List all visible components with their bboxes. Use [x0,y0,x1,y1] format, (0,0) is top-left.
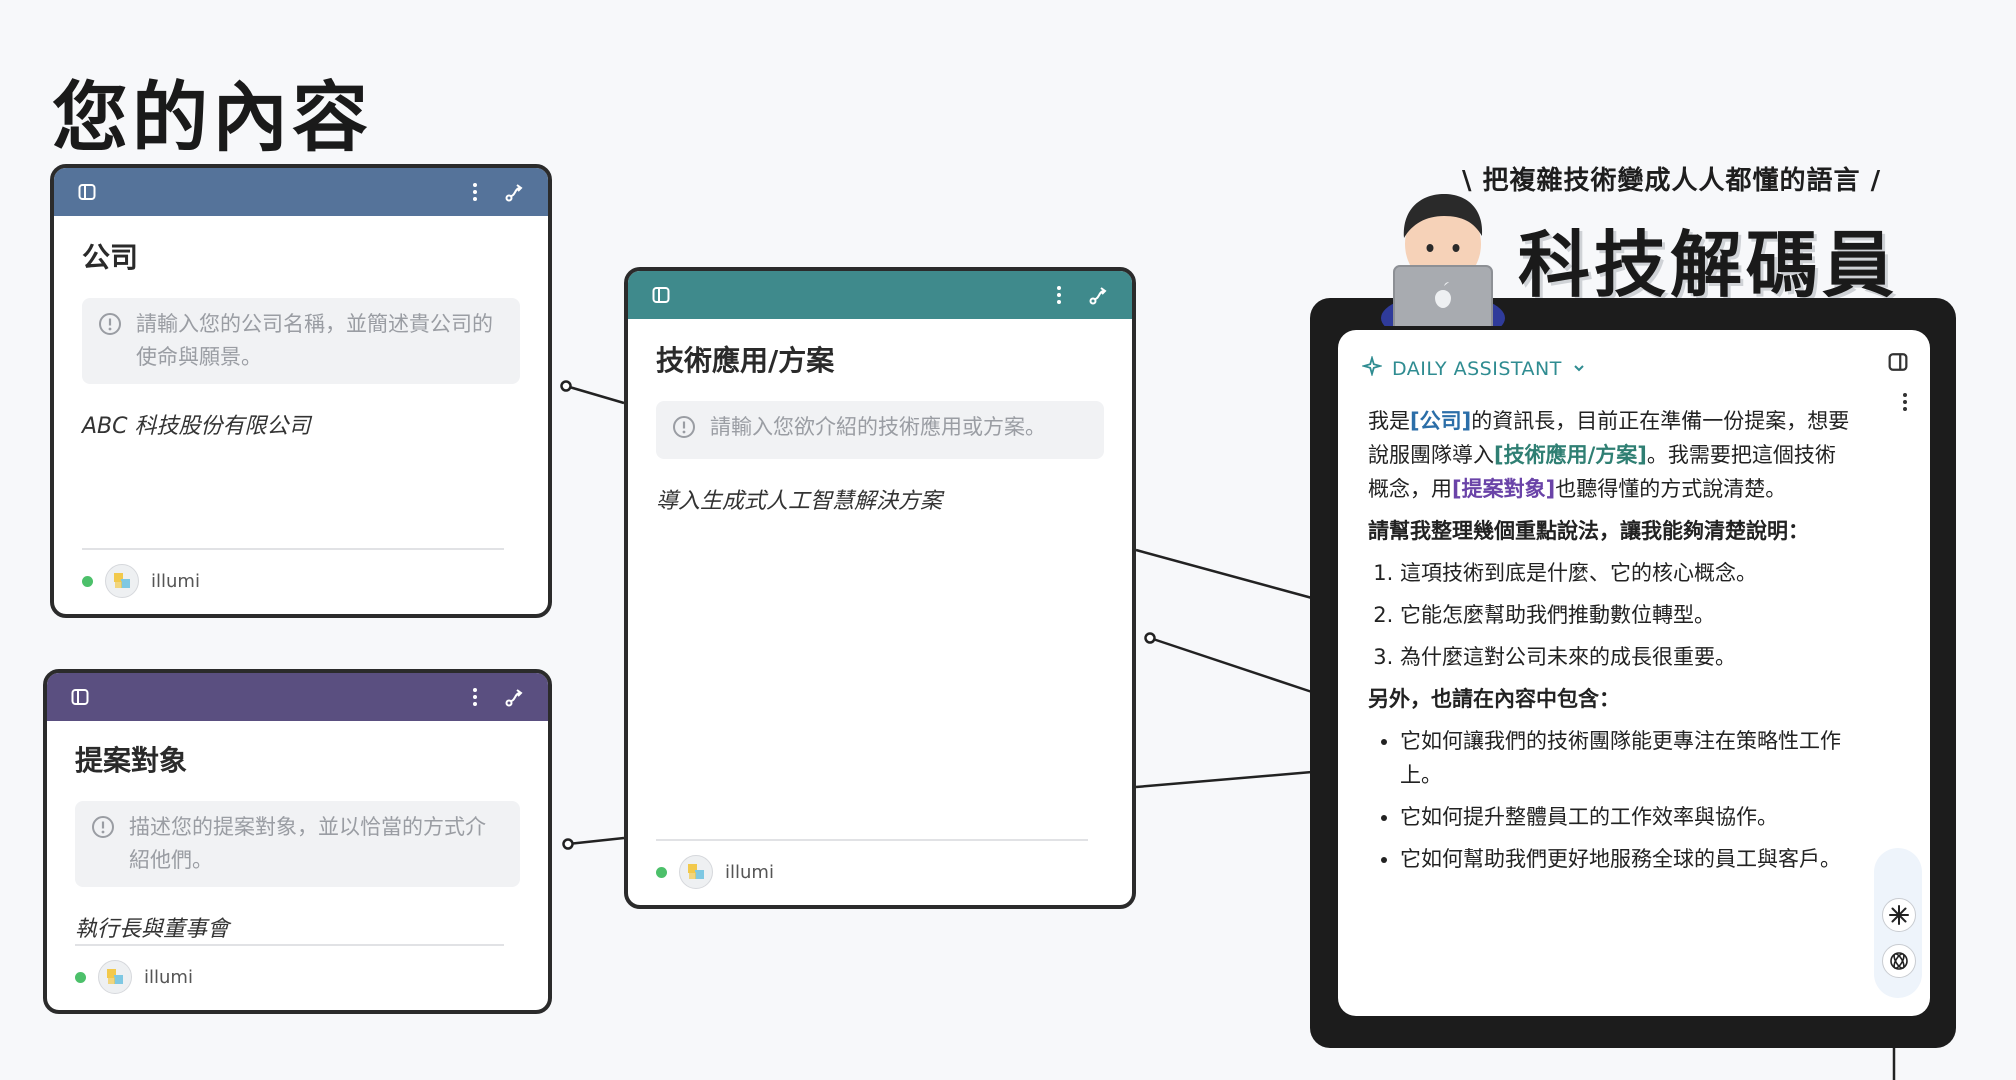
audience-hint-text: 描述您的提案對象，並以恰當的方式介紹他們。 [129,815,486,872]
brand-name: 科技解碼員 [1518,223,1899,307]
prompt-points: 它如何讓我們的技術團隊能更專注在策略性工作上。 它如何提升整體員工的工作效率與協… [1368,724,1852,876]
more-options-icon[interactable] [462,179,488,205]
sidebar-toggle-icon[interactable] [67,684,93,710]
connect-handle-icon[interactable] [502,684,528,710]
prompt-steps: 這項技術到底是什麼、它的核心概念。 它能怎麼幫助我們推動數位轉型。 為什麼這對公… [1368,556,1852,674]
assistant-panel: DAILY ASSISTANT 我是[公司]的資訊長，目前正在準備一份提案，想要… [1338,330,1930,1016]
list-item: 它如何提升整體員工的工作效率與協作。 [1400,800,1852,834]
tech-card[interactable]: 技術應用/方案 請輸入您欲介紹的技術應用或方案。 導入生成式人工智慧解決方案 i… [624,267,1136,909]
connector-audience-tech [567,836,625,846]
connector-port [1144,632,1156,644]
company-value[interactable]: ABC 科技股份有限公司 [82,408,520,440]
connector-company-tech [565,384,625,405]
claude-model-icon[interactable] [1882,898,1916,932]
assistant-prompt: 我是[公司]的資訊長，目前正在準備一份提案，想要說服團隊導入[技術應用/方案]。… [1368,404,1852,884]
company-card[interactable]: 公司 請輸入您的公司名稱，並簡述貴公司的使命與願景。 ABC 科技股份有限公司 … [50,164,552,618]
list-item: 它如何讓我們的技術團隊能更專注在策略性工作上。 [1400,724,1852,792]
tech-card-title: 技術應用/方案 [656,344,835,377]
company-card-title: 公司 [82,241,139,274]
audience-card-title: 提案對象 [75,744,188,777]
brand-tagline: \ 把複雜技術變成人人都懂的語言 / [1462,166,1882,196]
author-name: illumi [144,966,193,988]
audience-card-footer: illumi [75,944,504,994]
mascot-illustration [1381,194,1505,326]
connector-tech-panel-2 [1149,636,1313,694]
list-item: 為什麼這對公司未來的成長很重要。 [1400,640,1852,674]
company-hint-text: 請輸入您的公司名稱，並簡述貴公司的使命與願景。 [136,312,493,369]
tech-card-header [628,271,1132,319]
variable-company: [公司] [1410,409,1472,433]
connect-handle-icon[interactable] [502,179,528,205]
online-status-dot [75,971,86,983]
list-item: 它能怎麼幫助我們推動數位轉型。 [1400,598,1852,632]
tech-value[interactable]: 導入生成式人工智慧解決方案 [656,483,1104,515]
openai-model-icon[interactable] [1882,944,1916,978]
connect-handle-icon[interactable] [1086,282,1112,308]
company-card-footer: illumi [82,548,504,598]
more-options-icon[interactable] [462,684,488,710]
info-icon [91,811,117,877]
avatar [679,855,713,889]
company-hint: 請輸入您的公司名稱，並簡述貴公司的使命與願景。 [82,298,520,384]
audience-value[interactable]: 執行長與董事會 [75,911,520,943]
avatar [105,564,139,598]
info-icon [98,308,124,374]
sidebar-toggle-icon[interactable] [1888,352,1908,376]
audience-card-header [47,673,548,721]
connector-tech-panel-1 [1135,548,1313,600]
prompt-text: 我是 [1368,409,1410,433]
company-card-header [54,168,548,216]
more-options-icon[interactable] [1046,282,1072,308]
audience-hint: 描述您的提案對象，並以恰當的方式介紹他們。 [75,801,520,887]
model-toolbar [1874,848,1922,998]
info-icon [672,411,698,449]
audience-card[interactable]: 提案對象 描述您的提案對象，並以恰當的方式介紹他們。 執行長與董事會 illum… [43,669,552,1014]
prompt-text: 也聽得懂的方式說清楚。 [1555,477,1787,501]
list-item: 這項技術到底是什麼、它的核心概念。 [1400,556,1852,590]
online-status-dot [656,866,667,878]
avatar [98,960,132,994]
prompt-heading-1: 請幫我整理幾個重點說法，讓我能夠清楚說明： [1368,519,1809,543]
author-name: illumi [725,861,774,883]
online-status-dot [82,575,93,587]
prompt-heading-2: 另外，也請在內容中包含： [1368,687,1620,711]
more-options-icon[interactable] [1902,392,1908,416]
assistant-selector[interactable]: DAILY ASSISTANT [1360,354,1586,381]
sidebar-toggle-icon[interactable] [648,282,674,308]
author-name: illumi [151,570,200,592]
assistant-label: DAILY ASSISTANT [1392,357,1562,380]
connector-port [562,838,574,850]
tech-card-footer: illumi [656,839,1088,889]
sparkle-icon [1360,354,1384,381]
variable-tech: [技術應用/方案] [1494,443,1647,467]
tech-hint: 請輸入您欲介紹的技術應用或方案。 [656,401,1104,459]
variable-audience: [提案對象] [1452,477,1556,501]
list-item: 它如何幫助我們更好地服務全球的員工與客戶。 [1400,842,1852,876]
prompt-intro: 我是[公司]的資訊長，目前正在準備一份提案，想要說服團隊導入[技術應用/方案]。… [1368,404,1852,506]
chevron-down-icon [1572,358,1586,380]
connector-tech-panel-3 [1135,770,1313,789]
connector-port [560,380,572,392]
sidebar-toggle-icon[interactable] [74,179,100,205]
tech-hint-text: 請輸入您欲介紹的技術應用或方案。 [710,415,1046,439]
